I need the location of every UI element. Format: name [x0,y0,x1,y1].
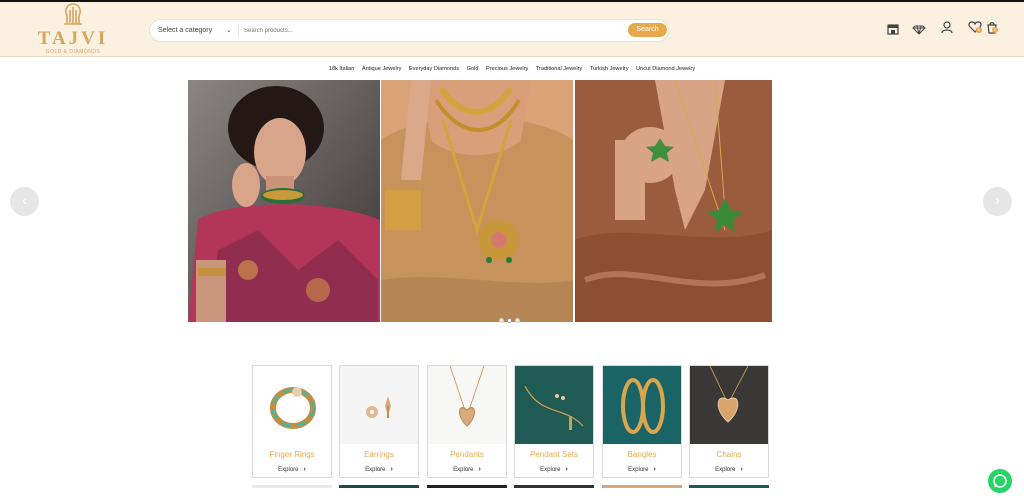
nav-item-everyday-diamonds[interactable]: Everyday Diamonds [409,63,459,75]
category-card-pendants[interactable]: Pendants Explore › [427,365,507,478]
search-input[interactable] [244,22,624,39]
search-divider [238,24,239,37]
explore-link[interactable]: Explore › [515,466,593,473]
card-title: Chains [716,450,742,459]
logo-wordmark: TAJVI [37,28,109,49]
explore-label: Explore [365,467,386,473]
nav-item-uncut-diamond-jewelry[interactable]: Uncut Diamond Jewelry [636,63,695,75]
nav-item-gold[interactable]: Gold [467,63,479,75]
site-header: TAJVI GOLD & DIAMONDS Select a category … [0,2,1024,57]
explore-label: Explore [278,467,299,473]
nav-item-turkish-jewelry[interactable]: Turkish Jewelry [590,63,629,75]
carousel-pagination [499,318,529,324]
explore-link[interactable]: Explore › [690,466,768,473]
diamond-icon[interactable] [912,22,926,36]
category-nav: 18k Italian Antique Jewelry Everyday Dia… [0,63,1024,75]
chevron-right-icon: › [653,466,656,473]
nav-item-antique-jewelry[interactable]: Antique Jewelry [362,63,402,75]
carousel-dot-1[interactable] [499,318,504,323]
carousel-dot-3[interactable] [515,318,520,323]
card-title: Pendants [450,450,484,459]
wishlist-count-badge: 0 [976,27,982,33]
logo-crest-icon [64,3,82,25]
explore-label: Explore [628,467,649,473]
nav-item-traditional-jewelry[interactable]: Traditional Jewelry [536,63,582,75]
chevron-right-icon: › [390,466,393,473]
finger-ring-image [253,366,331,444]
store-icon[interactable] [886,22,900,36]
category-card-chains[interactable]: Chains Explore › [689,365,769,478]
carousel-prev-button[interactable]: ‹ [10,187,39,216]
whatsapp-chat-button[interactable] [988,469,1012,493]
carousel-next-button[interactable]: › [983,187,1012,216]
explore-link[interactable]: Explore › [340,466,418,473]
site-logo[interactable]: TAJVI GOLD & DIAMONDS [36,2,110,58]
chevron-right-icon: › [303,466,306,473]
carousel-dot-2[interactable] [507,318,512,323]
explore-link[interactable]: Explore › [253,466,331,473]
hero-photo-model-pink-saree [188,80,380,322]
chevron-down-icon[interactable]: ⌄ [226,20,232,41]
explore-link[interactable]: Explore › [603,466,681,473]
earrings-image [340,366,418,444]
hero-photo-gold-necklace [381,80,573,322]
category-card-earrings[interactable]: Earrings Explore › [339,365,419,478]
explore-label: Explore [715,467,736,473]
chevron-right-icon: › [565,466,568,473]
hero-banner[interactable] [188,80,772,322]
nav-item-precious-jewelry[interactable]: Precious Jewelry [486,63,528,75]
explore-label: Explore [540,467,561,473]
search-button[interactable]: Search [628,23,667,37]
card-title: Pendant Sets [529,450,579,459]
category-select[interactable]: Select a category [158,20,212,41]
category-card-finger-rings[interactable]: Finger Rings Explore › [252,365,332,478]
category-card-pendant-sets[interactable]: Pendant Sets Explore › [514,365,594,478]
cart-count-badge: 0 [992,27,998,33]
card-title: Finger Rings [269,450,315,459]
card-title: Earrings [364,450,394,459]
whatsapp-icon [993,474,1007,488]
chevron-right-icon: › [740,466,743,473]
user-icon[interactable] [940,20,954,34]
pendant-image [428,366,506,444]
explore-label: Explore [453,467,474,473]
card-title: Bangles [627,450,657,459]
pendant-set-image [515,366,593,444]
search-bar: Select a category ⌄ Search [149,19,669,42]
explore-link[interactable]: Explore › [428,466,506,473]
logo-tagline: GOLD & DIAMONDS [45,49,101,55]
chevron-right-icon: › [478,466,481,473]
bangles-image [603,366,681,444]
chain-image [690,366,768,444]
hero-photo-emerald-ring-pendant [575,80,772,322]
category-card-bangles[interactable]: Bangles Explore › [602,365,682,478]
nav-item-18k-italian[interactable]: 18k Italian [329,63,355,75]
